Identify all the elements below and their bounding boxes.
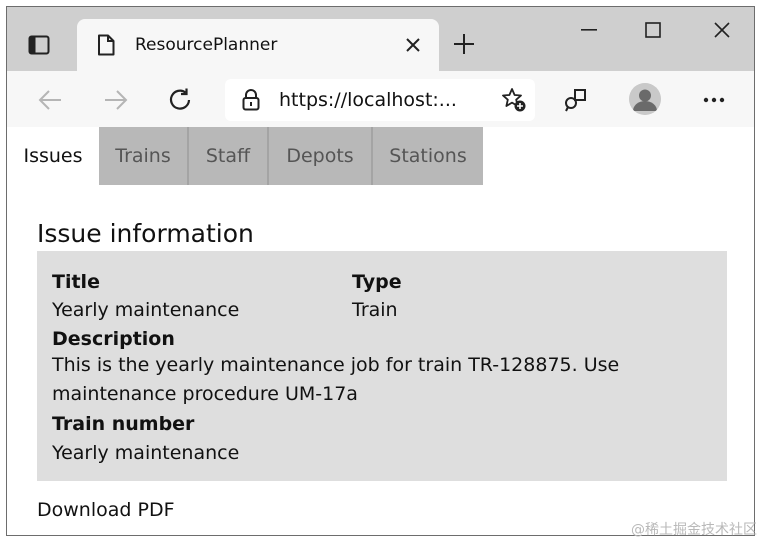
tab-trains[interactable]: Trains xyxy=(99,127,189,185)
back-arrow-icon xyxy=(38,90,61,110)
download-pdf-link[interactable]: Download PDF xyxy=(37,499,175,521)
window-close-button[interactable] xyxy=(702,15,742,45)
type-value: Train xyxy=(352,299,398,321)
watermark: @稀土掘金技术社区 xyxy=(631,522,757,538)
more-button[interactable] xyxy=(697,83,731,117)
type-label: Type xyxy=(352,271,402,293)
minimize-button[interactable] xyxy=(569,15,609,45)
section-title: Issue information xyxy=(37,219,254,248)
tab-actions-button[interactable] xyxy=(21,27,57,63)
tab-depots[interactable]: Depots xyxy=(269,127,373,185)
profile-button[interactable] xyxy=(629,83,661,115)
url-text: https://localhost:... xyxy=(279,89,457,111)
app-tab-bar: Issues Trains Staff Depots Stations xyxy=(7,127,483,187)
forward-arrow-icon xyxy=(105,90,128,110)
favorite-add-icon xyxy=(502,88,526,112)
back-button[interactable] xyxy=(33,83,67,117)
train-number-label: Train number xyxy=(52,413,195,435)
extensions-icon xyxy=(565,89,586,112)
tab-stations[interactable]: Stations xyxy=(373,127,483,185)
page-content: Issues Trains Staff Depots Stations Issu… xyxy=(7,127,754,535)
maximize-icon xyxy=(645,22,661,38)
description-value: This is the yearly maintenance job for t… xyxy=(52,354,620,405)
title-label: Title xyxy=(52,271,100,293)
profile-icon xyxy=(629,83,661,115)
browser-toolbar: https://localhost:... xyxy=(7,71,754,128)
issue-info-panel: Title Yearly maintenance Type Train Desc… xyxy=(37,251,727,481)
browser-tab[interactable]: ResourcePlanner xyxy=(77,19,439,71)
minimize-icon xyxy=(581,29,597,31)
browser-window: ResourcePlanner https://localhost:... Is… xyxy=(6,6,755,536)
tab-staff[interactable]: Staff xyxy=(189,127,269,185)
forward-button[interactable] xyxy=(99,83,133,117)
more-icon xyxy=(703,97,725,103)
window-close-icon xyxy=(714,22,730,38)
page-icon xyxy=(95,32,117,58)
tab-issues[interactable]: Issues xyxy=(7,127,99,185)
lock-icon[interactable] xyxy=(239,88,263,112)
address-bar[interactable]: https://localhost:... xyxy=(225,79,535,121)
description-label: Description xyxy=(52,328,175,350)
add-favorite-button[interactable] xyxy=(501,87,527,113)
close-icon xyxy=(406,38,420,52)
extensions-button[interactable] xyxy=(559,83,593,117)
train-number-value: Yearly maintenance xyxy=(52,442,240,464)
refresh-button[interactable] xyxy=(163,83,197,117)
tab-strip: ResourcePlanner xyxy=(7,7,754,71)
plus-icon xyxy=(454,34,474,54)
new-tab-button[interactable] xyxy=(447,27,481,61)
refresh-icon xyxy=(169,88,191,110)
tab-close-button[interactable] xyxy=(401,33,425,57)
tab-title: ResourcePlanner xyxy=(135,35,278,55)
title-value: Yearly maintenance xyxy=(52,299,240,321)
maximize-button[interactable] xyxy=(633,15,673,45)
tab-actions-icon xyxy=(28,35,50,55)
